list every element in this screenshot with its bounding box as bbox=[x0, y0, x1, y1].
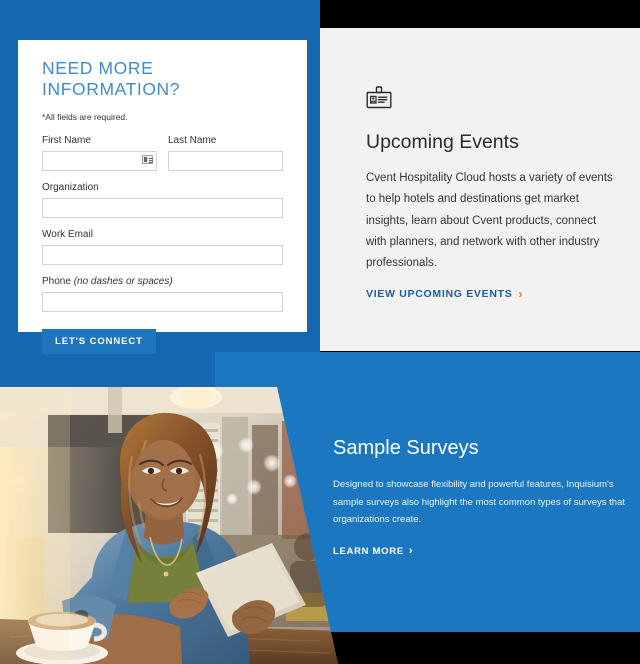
upcoming-events-title: Upcoming Events bbox=[366, 131, 519, 153]
upcoming-events-body: Cvent Hospitality Cloud hosts a variety … bbox=[366, 172, 613, 270]
sample-surveys-section: Sample Surveys Designed to showcase flex… bbox=[333, 437, 633, 559]
organization-input[interactable] bbox=[42, 198, 283, 218]
required-fields-note: *All fields are required. bbox=[42, 112, 128, 122]
lets-connect-button[interactable]: LET'S CONNECT bbox=[42, 329, 156, 354]
learn-more-label: LEARN MORE bbox=[333, 545, 404, 557]
view-upcoming-events-link[interactable]: VIEW UPCOMING EVENTS › bbox=[366, 288, 523, 300]
contact-form-card: NEED MORE INFORMATION? *All fields are r… bbox=[18, 40, 307, 354]
phone-input[interactable] bbox=[42, 292, 283, 312]
chevron-right-icon: › bbox=[518, 287, 524, 302]
page-root: NEED MORE INFORMATION? *All fields are r… bbox=[0, 0, 640, 664]
phone-label: Phone (no dashes or spaces) bbox=[42, 276, 283, 287]
work-email-input[interactable] bbox=[42, 245, 283, 265]
name-fields-row: First Name Last Name bbox=[42, 135, 283, 171]
background-blue-left-step bbox=[0, 352, 215, 388]
work-email-label: Work Email bbox=[42, 229, 93, 240]
first-name-input-wrap bbox=[42, 151, 157, 171]
last-name-field-group: Last Name bbox=[168, 135, 283, 171]
id-badge-icon bbox=[366, 86, 614, 116]
organization-field-group: Organization bbox=[42, 182, 283, 218]
first-name-field-group: First Name bbox=[42, 135, 157, 171]
upcoming-events-section: Upcoming Events Cvent Hospitality Cloud … bbox=[366, 86, 614, 302]
view-upcoming-events-label: VIEW UPCOMING EVENTS bbox=[366, 288, 513, 301]
phone-field-group: Phone (no dashes or spaces) bbox=[42, 276, 283, 312]
sample-surveys-title: Sample Surveys bbox=[333, 437, 479, 459]
first-name-label: First Name bbox=[42, 135, 91, 146]
work-email-field-group: Work Email bbox=[42, 229, 283, 265]
last-name-label: Last Name bbox=[168, 135, 217, 146]
organization-label: Organization bbox=[42, 182, 99, 193]
autofill-contact-card-icon[interactable] bbox=[142, 155, 153, 164]
form-title: NEED MORE INFORMATION? bbox=[42, 58, 181, 99]
first-name-input[interactable] bbox=[42, 151, 157, 171]
phone-label-text: Phone bbox=[42, 276, 71, 287]
learn-more-link[interactable]: LEARN MORE › bbox=[333, 544, 414, 557]
last-name-input[interactable] bbox=[168, 151, 283, 171]
phone-label-hint: (no dashes or spaces) bbox=[73, 276, 173, 287]
sample-surveys-body: Designed to showcase flexibility and pow… bbox=[333, 479, 625, 526]
chevron-right-icon: › bbox=[408, 544, 414, 557]
